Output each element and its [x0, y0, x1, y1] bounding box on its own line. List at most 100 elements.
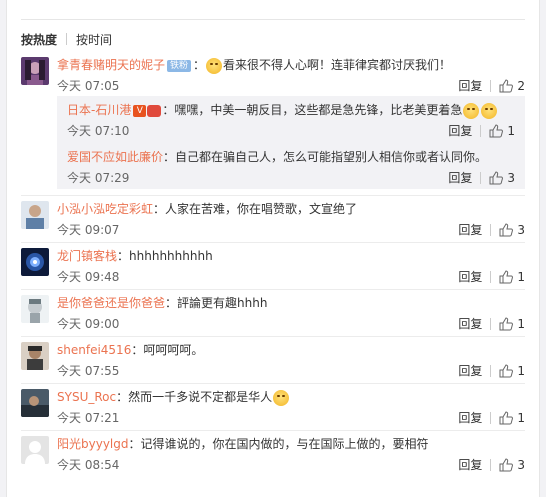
- avatar[interactable]: [21, 436, 49, 464]
- username-link[interactable]: 日本-石川港: [67, 103, 131, 117]
- action-divider: [490, 459, 492, 471]
- sort-by-time-tab[interactable]: 按时间: [76, 31, 112, 48]
- like-button[interactable]: 1: [489, 123, 515, 139]
- like-count: 3: [517, 458, 525, 472]
- thumbs-up-icon: [499, 458, 514, 472]
- comment-actions: 回复 3: [458, 457, 525, 473]
- comment-text: 看来很不得人心啊！连菲律宾都讨厌我们！: [223, 58, 452, 72]
- avatar[interactable]: [21, 248, 49, 276]
- avatar[interactable]: [21, 389, 49, 417]
- comment-item: 拿青春赌明天的妮子 铁粉：看来很不得人心啊！连菲律宾都讨厌我们！ 今天 07:05…: [21, 57, 525, 97]
- comment-content: 是你爸爸还是你爸爸：評論更有趣hhhh: [57, 295, 525, 311]
- sub-reply-item: 日本-石川港 V ：嘿嘿，中美一朝反目，这些都是急先锋，比老美更着急 今天 07:1…: [67, 102, 515, 142]
- top-divider: [21, 19, 525, 20]
- comment-time: 今天 09:48: [57, 270, 120, 284]
- avatar[interactable]: [21, 201, 49, 229]
- sort-divider: [66, 33, 68, 45]
- reply-button[interactable]: 回复: [448, 170, 472, 186]
- thumbs-up-icon: [499, 270, 514, 284]
- comment-actions: 回复 1: [458, 410, 525, 426]
- emoji-icon: [463, 102, 480, 119]
- verified-badge-icon: V: [133, 104, 147, 117]
- comment-content: 龙门镇客栈：hhhhhhhhhhh: [57, 248, 525, 264]
- avatar[interactable]: [21, 57, 49, 85]
- reply-button[interactable]: 回复: [458, 78, 482, 94]
- reply-button[interactable]: 回复: [458, 457, 482, 473]
- comment-divider: [21, 336, 525, 337]
- comment-text: ：hhhhhhhhhhh: [117, 249, 213, 263]
- comment-actions: 回复 1: [458, 269, 525, 285]
- username-link[interactable]: 小泓小泓吃定彩虹: [57, 202, 153, 216]
- like-button[interactable]: 2: [499, 78, 525, 94]
- like-button[interactable]: 1: [499, 269, 525, 285]
- comment-divider: [21, 242, 525, 243]
- sort-bar: 按热度 按时间: [21, 31, 112, 47]
- action-divider: [480, 125, 482, 137]
- comment-meta: 今天 07:55 回复 1: [57, 363, 525, 379]
- comment-content: 阳光byyylgd：记得谁说的，你在国内做的，与在国际上做的，要相符: [57, 436, 525, 452]
- thumbs-up-icon: [489, 171, 504, 185]
- like-count: 1: [517, 317, 525, 331]
- like-count: 3: [507, 171, 515, 185]
- like-button[interactable]: 3: [499, 457, 525, 473]
- reply-button[interactable]: 回复: [458, 269, 482, 285]
- action-divider: [490, 412, 492, 424]
- username-link[interactable]: 阳光byyylgd: [57, 437, 129, 451]
- comment-time: 今天 07:05: [57, 79, 120, 93]
- like-button[interactable]: 3: [499, 222, 525, 238]
- comment-actions: 回复 2: [458, 78, 525, 94]
- sub-reply-text: ：嘿嘿，中美一朝反目，这些都是急先锋，比老美更着急: [162, 103, 463, 117]
- username-link[interactable]: 是你爸爸还是你爸爸: [57, 296, 165, 310]
- username-link[interactable]: 拿青春赌明天的妮子: [57, 58, 165, 72]
- sub-reply-item: 爱国不应如此廉价：自己都在骗自己人，怎么可能指望别人相信你或者认同你。 今天 0…: [67, 149, 515, 189]
- sub-reply-actions: 回复 3: [448, 170, 515, 186]
- like-button[interactable]: 1: [499, 363, 525, 379]
- avatar[interactable]: [21, 295, 49, 323]
- action-divider: [490, 365, 492, 377]
- comment-content: shenfei4516：呵呵呵呵。: [57, 342, 525, 358]
- reply-button[interactable]: 回复: [448, 123, 472, 139]
- heart-emoji-icon: [147, 104, 162, 117]
- reply-button[interactable]: 回复: [458, 363, 482, 379]
- action-divider: [490, 318, 492, 330]
- reply-button[interactable]: 回复: [458, 316, 482, 332]
- comment-meta: 今天 07:05 回复 2: [57, 78, 525, 94]
- username-link[interactable]: 爱国不应如此廉价: [67, 150, 163, 164]
- username-link[interactable]: SYSU_Roc: [57, 390, 116, 404]
- comment-item: 是你爸爸还是你爸爸：評論更有趣hhhh 今天 09:00 回复 1: [21, 289, 525, 335]
- emoji-icon: [481, 102, 498, 119]
- comment-meta: 今天 08:54 回复 3: [57, 457, 525, 473]
- action-divider: [480, 172, 482, 184]
- comment-text: ：評論更有趣hhhh: [165, 296, 268, 310]
- comment-text: ：然而一千多说不定都是华人: [116, 390, 273, 404]
- fan-badge: 铁粉: [167, 59, 192, 72]
- reply-button[interactable]: 回复: [458, 410, 482, 426]
- sub-reply-time: 今天 07:10: [67, 124, 130, 138]
- thumbs-up-icon: [499, 79, 514, 93]
- comment-actions: 回复 3: [458, 222, 525, 238]
- comment-meta: 今天 09:48 回复 1: [57, 269, 525, 285]
- like-count: 1: [517, 411, 525, 425]
- sort-by-hot-tab[interactable]: 按热度: [21, 31, 57, 48]
- sub-reply-text: ：自己都在骗自己人，怎么可能指望别人相信你或者认同你。: [163, 150, 488, 164]
- like-count: 3: [517, 223, 525, 237]
- sub-reply-meta: 今天 07:10 回复 1: [67, 123, 515, 139]
- comment-divider: [21, 289, 525, 290]
- action-divider: [490, 80, 492, 92]
- reply-button[interactable]: 回复: [458, 222, 482, 238]
- thumbs-up-icon: [499, 223, 514, 237]
- comment-time: 今天 07:55: [57, 364, 120, 378]
- emoji-icon: [206, 57, 223, 74]
- comment-time: 今天 07:21: [57, 411, 120, 425]
- thumbs-up-icon: [489, 124, 504, 138]
- comment-text: ：呵呵呵呵。: [131, 343, 204, 357]
- thumbs-up-icon: [499, 411, 514, 425]
- username-link[interactable]: 龙门镇客栈: [57, 249, 117, 263]
- username-link[interactable]: shenfei4516: [57, 343, 131, 357]
- like-count: 1: [517, 270, 525, 284]
- like-button[interactable]: 3: [489, 170, 515, 186]
- like-button[interactable]: 1: [499, 410, 525, 426]
- like-button[interactable]: 1: [499, 316, 525, 332]
- avatar[interactable]: [21, 342, 49, 370]
- comment-text: ：记得谁说的，你在国内做的，与在国际上做的，要相符: [128, 437, 429, 451]
